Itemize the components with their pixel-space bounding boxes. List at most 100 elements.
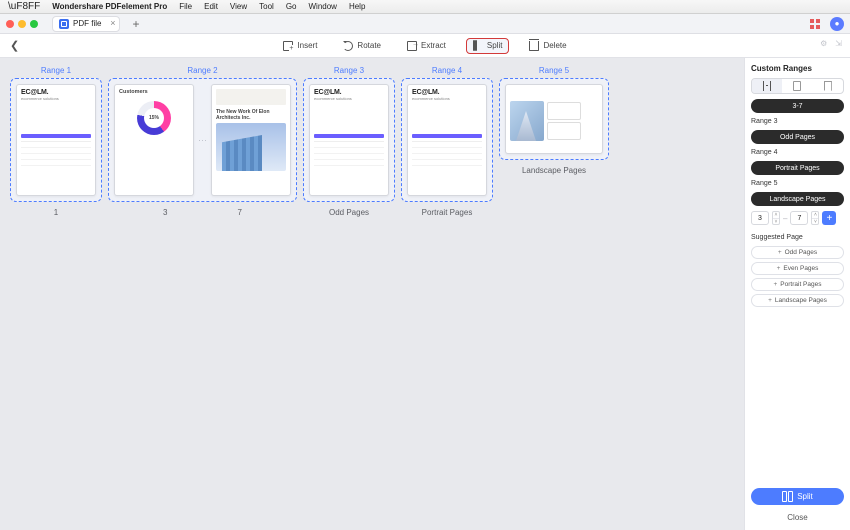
insert-icon	[283, 41, 293, 51]
page-thumb[interactable]: EC@LM. ecommerce solutions	[309, 84, 389, 196]
organize-toolbar: ❮ Insert Rotate Extract Split Delete ⚙ ⇲	[0, 34, 850, 58]
range-title: Range 4	[401, 66, 493, 75]
donut-chart-icon	[137, 101, 171, 135]
window-controls	[6, 20, 38, 28]
page-thumb[interactable]: EC@LM. ecommerce solutions	[16, 84, 96, 196]
pdf-doc-icon	[59, 19, 69, 29]
trash-icon	[529, 41, 539, 51]
split-tool[interactable]: Split	[466, 38, 510, 54]
tab-close-icon[interactable]: ×	[110, 18, 115, 28]
mac-menubar: \uF8FF Wondershare PDFelement Pro File E…	[0, 0, 850, 14]
suggested-title: Suggested Page	[751, 234, 844, 241]
extract-tool[interactable]: Extract	[401, 39, 452, 53]
split-icon	[782, 491, 793, 502]
range-box[interactable]: EC@LM. ecommerce solutions	[303, 78, 395, 202]
workspace: Range 1 EC@LM. ecommerce solutions 1 Ran…	[0, 58, 850, 530]
range-caption: Odd Pages	[303, 208, 395, 217]
range-mode-segment[interactable]	[751, 78, 844, 94]
building-photo-icon	[216, 123, 286, 171]
range-title: Range 5	[499, 66, 609, 75]
range-title: Range 2	[108, 66, 297, 75]
range-box[interactable]: Customers ⋯ The New Work Of Elon Archite…	[108, 78, 297, 202]
apps-grid-icon[interactable]	[810, 19, 820, 29]
defined-range-pill[interactable]: Landscape Pages	[751, 192, 844, 206]
defined-range-label: Range 5	[751, 180, 844, 187]
range-5[interactable]: Range 5 Landscape Pages	[499, 66, 609, 217]
range-from-input[interactable]: 3	[751, 211, 769, 225]
delete-tool[interactable]: Delete	[523, 39, 572, 53]
defined-range-pill[interactable]: Portrait Pages	[751, 161, 844, 175]
menu-edit[interactable]: Edit	[204, 2, 218, 11]
custom-ranges-panel: Custom Ranges 3-7 Range 3 Odd Pages Rang…	[744, 58, 850, 530]
range-4[interactable]: Range 4 EC@LM. ecommerce solutions Portr…	[401, 66, 493, 217]
range-box[interactable]: EC@LM. ecommerce solutions	[10, 78, 102, 202]
range-caption: Landscape Pages	[499, 166, 609, 175]
menu-window[interactable]: Window	[308, 2, 336, 11]
rotate-tool[interactable]: Rotate	[337, 39, 387, 53]
mountain-photo-icon	[510, 101, 544, 141]
window-close-icon[interactable]	[6, 20, 14, 28]
page-thumb[interactable]: EC@LM. ecommerce solutions	[407, 84, 487, 196]
range-caption-left: 3	[163, 208, 167, 217]
chevron-down-icon[interactable]: ˅	[812, 219, 818, 225]
range-number-row: 3 ˄˅ – 7 ˄˅ +	[751, 211, 844, 225]
rotate-icon	[343, 41, 353, 51]
menu-tool[interactable]: Tool	[259, 2, 274, 11]
suggested-odd[interactable]: Odd Pages	[751, 246, 844, 259]
close-button[interactable]: Close	[751, 510, 844, 524]
app-name[interactable]: Wondershare PDFelement Pro	[52, 2, 167, 11]
chevron-down-icon[interactable]: ˅	[773, 219, 779, 225]
window-minimize-icon[interactable]	[18, 20, 26, 28]
extract-icon	[407, 41, 417, 51]
split-label: Split	[487, 41, 503, 50]
back-button[interactable]: ❮	[10, 39, 19, 52]
account-avatar-icon[interactable]: ●	[830, 17, 844, 31]
range-dash: –	[783, 214, 787, 223]
page-thumb[interactable]: The New Work Of Elon Architects Inc.	[211, 84, 291, 196]
page-thumb-landscape[interactable]	[505, 84, 603, 154]
rotate-label: Rotate	[357, 41, 381, 50]
tab-add-button[interactable]: +	[126, 17, 145, 31]
current-range-pill[interactable]: 3-7	[751, 99, 844, 113]
chevron-up-icon[interactable]: ˄	[773, 212, 779, 219]
menu-view[interactable]: View	[230, 2, 247, 11]
chevron-up-icon[interactable]: ˄	[812, 212, 818, 219]
insert-tool[interactable]: Insert	[277, 39, 323, 53]
suggested-even[interactable]: Even Pages	[751, 262, 844, 275]
menu-go[interactable]: Go	[286, 2, 297, 11]
range-1[interactable]: Range 1 EC@LM. ecommerce solutions 1	[10, 66, 102, 217]
from-stepper[interactable]: ˄˅	[772, 211, 780, 225]
add-range-button[interactable]: +	[822, 211, 836, 225]
menu-help[interactable]: Help	[349, 2, 365, 11]
suggested-portrait[interactable]: Portrait Pages	[751, 278, 844, 291]
split-icon	[473, 41, 483, 51]
range-brackets-icon	[763, 81, 771, 91]
apple-menu-icon[interactable]: \uF8FF	[8, 1, 40, 12]
defined-range-pill[interactable]: Odd Pages	[751, 130, 844, 144]
window-zoom-icon[interactable]	[30, 20, 38, 28]
page-thumb[interactable]: Customers	[114, 84, 194, 196]
range-ellipsis-icon: ⋯	[197, 135, 208, 146]
document-tab[interactable]: PDF file ×	[52, 16, 120, 32]
to-stepper[interactable]: ˄˅	[811, 211, 819, 225]
suggested-landscape[interactable]: Landscape Pages	[751, 294, 844, 307]
menu-file[interactable]: File	[179, 2, 192, 11]
segment-bookmark[interactable]	[813, 79, 843, 93]
window-tabstrip: PDF file × + ●	[0, 14, 850, 34]
range-3[interactable]: Range 3 EC@LM. ecommerce solutions Odd P…	[303, 66, 395, 217]
range-box[interactable]	[499, 78, 609, 160]
tab-title: PDF file	[73, 19, 101, 28]
range-2[interactable]: Range 2 Customers ⋯ The New Work Of Elon…	[108, 66, 297, 217]
range-caption: Portrait Pages	[401, 208, 493, 217]
toolbar-settings-icon[interactable]: ⚙	[820, 39, 827, 48]
split-button[interactable]: Split	[751, 488, 844, 505]
extract-label: Extract	[421, 41, 446, 50]
bookmark-icon	[824, 81, 832, 91]
segment-manual[interactable]	[752, 79, 782, 93]
range-box[interactable]: EC@LM. ecommerce solutions	[401, 78, 493, 202]
range-to-input[interactable]: 7	[790, 211, 808, 225]
split-canvas: Range 1 EC@LM. ecommerce solutions 1 Ran…	[0, 58, 744, 530]
toolbar-collapse-icon[interactable]: ⇲	[835, 39, 842, 48]
panel-title: Custom Ranges	[751, 64, 844, 73]
segment-page[interactable]	[782, 79, 812, 93]
